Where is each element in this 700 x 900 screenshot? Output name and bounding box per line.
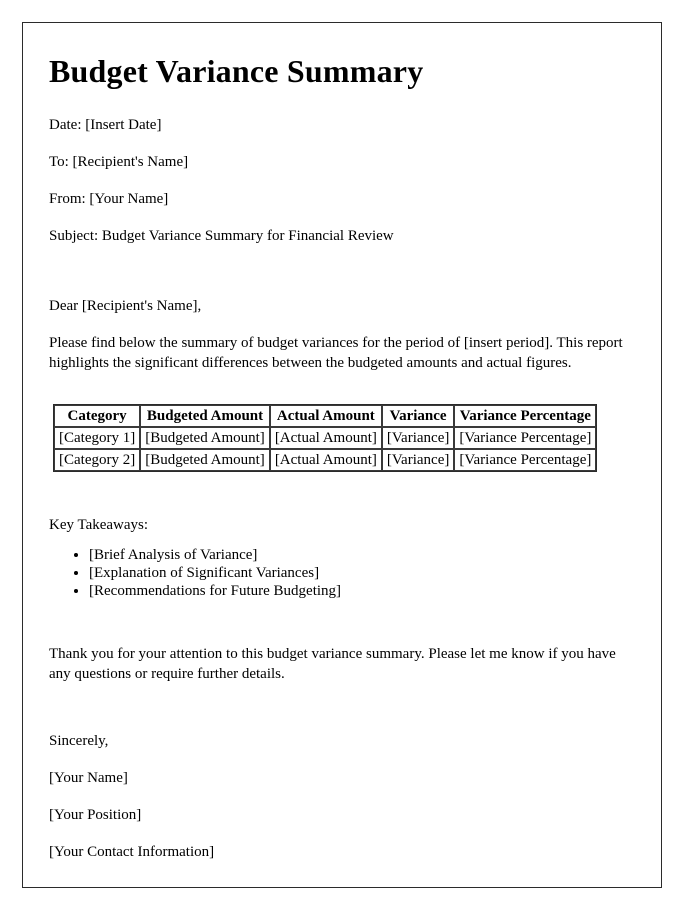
column-header-variance-percentage: Variance Percentage [454,404,597,427]
variance-table-container: Category Budgeted Amount Actual Amount V… [53,403,635,472]
page-title: Budget Variance Summary [49,53,424,89]
date-line: Date: [Insert Date] [49,116,162,133]
cell-variance-percentage: [Variance Percentage] [454,426,597,449]
list-item: [Recommendations for Future Budgeting] [89,582,635,600]
letter-header: Date: [Insert Date] To: [Recipient's Nam… [49,116,635,245]
cell-variance: [Variance] [381,426,455,449]
document-body: Budget Variance Summary Date: [Insert Da… [23,23,661,861]
signature-contact: [Your Contact Information] [49,844,215,861]
cell-variance: [Variance] [381,448,455,471]
salutation: Dear [Recipient's Name], [49,297,202,314]
cell-category: [Category 1] [54,426,141,449]
table-header: Category Budgeted Amount Actual Amount V… [54,404,597,427]
to-line: To: [Recipient's Name] [49,153,189,170]
budget-variance-table: Category Budgeted Amount Actual Amount V… [53,403,598,472]
document-page: Budget Variance Summary Date: [Insert Da… [22,22,662,888]
intro-paragraph: Please find below the summary of budget … [49,334,623,371]
sign-off: Sincerely, [49,733,109,750]
column-header-category: Category [54,404,141,427]
list-item: [Explanation of Significant Variances] [89,564,635,582]
column-header-actual-amount: Actual Amount [269,404,382,427]
column-header-budgeted-amount: Budgeted Amount [140,404,270,427]
signature-position: [Your Position] [49,807,142,824]
subject-line: Subject: Budget Variance Summary for Fin… [49,227,394,244]
key-takeaways-label: Key Takeaways: [49,516,149,533]
key-takeaways-list: [Brief Analysis of Variance] [Explanatio… [49,546,635,601]
table-row: [Category 2] [Budgeted Amount] [Actual A… [54,448,597,471]
signature-name: [Your Name] [49,770,128,787]
table-body: [Category 1] [Budgeted Amount] [Actual A… [54,426,597,471]
cell-budgeted-amount: [Budgeted Amount] [140,426,270,449]
cell-variance-percentage: [Variance Percentage] [454,448,597,471]
table-header-row: Category Budgeted Amount Actual Amount V… [54,404,597,427]
column-header-variance: Variance [381,404,455,427]
closing-paragraph: Thank you for your attention to this bud… [49,645,616,682]
from-line: From: [Your Name] [49,190,169,207]
table-row: [Category 1] [Budgeted Amount] [Actual A… [54,426,597,449]
cell-actual-amount: [Actual Amount] [269,426,382,449]
cell-budgeted-amount: [Budgeted Amount] [140,448,270,471]
list-item: [Brief Analysis of Variance] [89,546,635,564]
cell-category: [Category 2] [54,448,141,471]
cell-actual-amount: [Actual Amount] [269,448,382,471]
